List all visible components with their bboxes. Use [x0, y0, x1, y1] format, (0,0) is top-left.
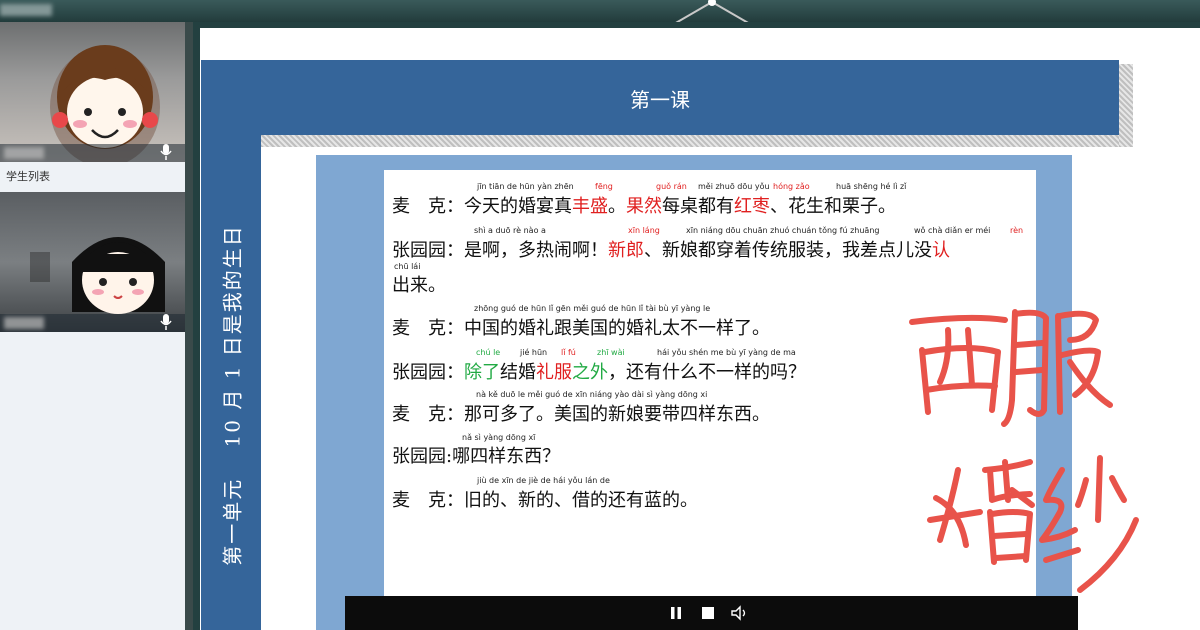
pinyin-annotation: huā shēng hé lì zǐ: [836, 182, 907, 191]
microphone-icon[interactable]: [159, 314, 173, 330]
highlighted-word: 丰盛: [572, 196, 608, 217]
dialogue-line: 麦 克：今天的婚宴真丰盛。果然每桌都有红枣、花生和栗子。: [392, 192, 896, 218]
highlighted-word: 除了: [464, 362, 500, 383]
cartoon-student-avatar-icon: [30, 237, 165, 314]
pinyin-annotation: chū lái: [394, 262, 421, 271]
pinyin-annotation: měi zhuō dōu yǒu: [698, 182, 770, 191]
board-hanger-icon: [673, 0, 751, 24]
dialogue-text: 中国的婚礼跟美国的婚礼太不一样了。: [464, 318, 770, 339]
panel-divider[interactable]: [185, 22, 193, 630]
speaker-label: 麦 克：: [392, 490, 464, 511]
pinyin-annotation: xīn láng: [628, 226, 660, 235]
pinyin-annotation: zhōng guó de hūn lǐ gēn měi guó de hūn l…: [474, 304, 711, 313]
pinyin-annotation: shì a duō rè nào a: [474, 226, 546, 235]
dialogue-text: 出来。: [392, 275, 446, 296]
dialogue-text: 、新娘都穿着传统服装，我差点儿没: [644, 240, 932, 261]
pinyin-annotation: hái yǒu shén me bù yī yàng de ma: [657, 348, 796, 357]
speaker-label: 麦 克：: [392, 196, 464, 217]
dialogue-text: 、花生和栗子。: [770, 196, 896, 217]
pinyin-annotation: lǐ fú: [561, 348, 576, 357]
blurred-name: [4, 317, 44, 329]
speaker-label: 张园园:: [392, 446, 453, 467]
pinyin-annotation: xīn niáng dōu chuān zhuó chuán tǒng fú z…: [686, 226, 880, 235]
pinyin-annotation: rèn: [1010, 226, 1024, 235]
speaker-label: 麦 克：: [392, 318, 464, 339]
lesson-title: 第一课: [630, 88, 690, 112]
highlighted-word: 礼服: [536, 362, 572, 383]
dialogue-text: 结婚: [500, 362, 536, 383]
dialogue-text: 。: [608, 196, 626, 217]
blurred-username: [0, 4, 52, 16]
highlighted-word: 之外: [572, 362, 608, 383]
pinyin-annotation: fēng: [595, 182, 613, 191]
speaker-label: 张园园：: [392, 240, 464, 261]
dialogue-text: ，还有什么不一样的吗？: [608, 362, 806, 383]
blurred-name: [4, 147, 44, 159]
dialogue-text: 旧的、新的、借的还有蓝的。: [464, 490, 698, 511]
dialogue-line: 麦 克：那可多了。美国的新娘要带四样东西。: [392, 400, 770, 426]
volume-icon[interactable]: [730, 605, 750, 621]
video-name-bar: [0, 314, 185, 332]
pinyin-annotation: guǒ rán: [656, 182, 687, 191]
dialogue-text: 哪四样东西？: [452, 446, 561, 467]
pinyin-annotation: nǎ sì yàng dōng xī: [462, 433, 536, 442]
dialogue-text: 每桌都有: [662, 196, 734, 217]
video-name-bar: [0, 144, 185, 162]
dialogue-line: 张园园：除了结婚礼服之外，还有什么不一样的吗？: [392, 358, 806, 384]
teacher-video[interactable]: [0, 22, 185, 162]
highlighted-word: 果然: [626, 196, 662, 217]
pinyin-annotation: jīn tiān de hūn yàn zhēn: [477, 182, 574, 191]
pinyin-annotation: jiù de xīn de jiè de hái yǒu lán de: [477, 476, 610, 485]
dialogue-line: 张园园:哪四样东西？: [392, 442, 560, 468]
pinyin-annotation: wǒ chà diǎn er méi: [914, 226, 991, 235]
microphone-icon[interactable]: [159, 144, 173, 160]
dialogue-text: 今天的婚宴真: [464, 196, 572, 217]
pinyin-annotation: zhī wài: [597, 348, 625, 357]
dialogue-text: 那可多了。美国的新娘要带四样东西。: [464, 404, 770, 425]
pause-icon[interactable]: [668, 605, 684, 621]
dialogue-line: 出来。: [392, 271, 446, 297]
student-list-area: [0, 332, 185, 630]
student-list-label: 学生列表: [0, 162, 185, 192]
stop-icon[interactable]: [700, 605, 716, 621]
highlighted-word: 红枣: [734, 196, 770, 217]
speaker-label: 张园园：: [392, 362, 464, 383]
dialogue-line: 麦 克：旧的、新的、借的还有蓝的。: [392, 486, 698, 512]
student-video[interactable]: [0, 192, 185, 332]
title-shadow: [261, 135, 1133, 147]
title-shadow-right: [1119, 64, 1133, 147]
pinyin-annotation: chú le: [476, 348, 501, 357]
unit-side-text: 第一单元 10 月 1 日是我的生日: [220, 224, 245, 566]
highlighted-word: 认: [932, 240, 950, 261]
pinyin-annotation: hóng zǎo: [773, 182, 810, 191]
pinyin-annotation: nà kě duō le měi guó de xīn niáng yào dà…: [476, 390, 708, 399]
dialogue-text: 是啊，多热闹啊！: [464, 240, 608, 261]
media-control-bar: [345, 596, 1078, 630]
top-bar: [0, 0, 1200, 22]
dialogue-line: 麦 克：中国的婚礼跟美国的婚礼太不一样了。: [392, 314, 770, 340]
speaker-label: 麦 克：: [392, 404, 464, 425]
pinyin-annotation: jié hūn: [520, 348, 548, 357]
cartoon-girl-avatar-icon: [50, 45, 160, 162]
dialogue-line: 张园园：是啊，多热闹啊！新郎、新娘都穿着传统服装，我差点儿没认: [392, 236, 950, 262]
highlighted-word: 新郎: [608, 240, 644, 261]
